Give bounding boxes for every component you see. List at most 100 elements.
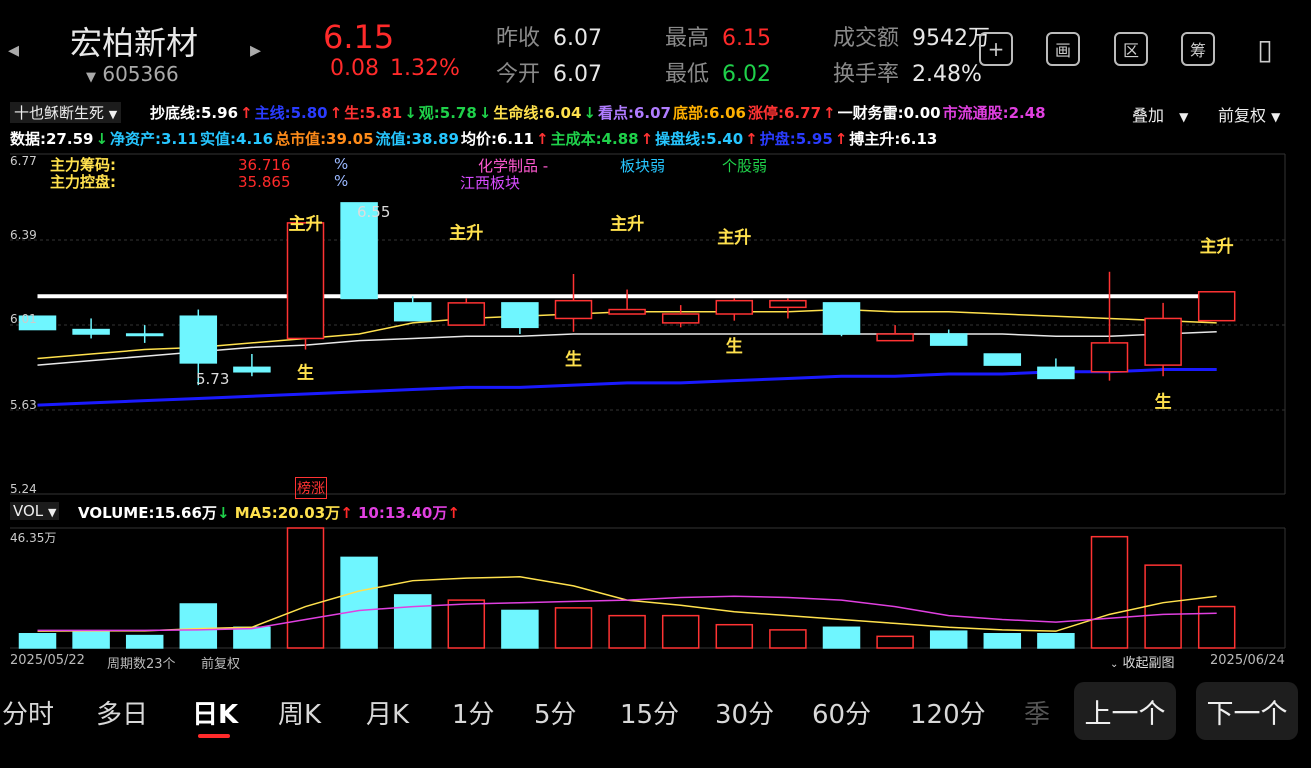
volume-bar bbox=[393, 594, 432, 649]
collapse-subchart[interactable]: ⌄ 收起副图 bbox=[1110, 652, 1175, 671]
sector-weak-label: 板块弱 bbox=[620, 157, 666, 175]
period-high-label: 6.55 bbox=[357, 203, 391, 221]
y-tick-label: 6.39 bbox=[10, 228, 37, 242]
tab-60分[interactable]: 60分 bbox=[812, 694, 871, 731]
volume-bar bbox=[447, 599, 486, 649]
candle-body bbox=[661, 313, 700, 324]
volume-bar bbox=[554, 607, 593, 649]
region-label: 江西板块 bbox=[460, 174, 521, 192]
candle-body bbox=[447, 302, 486, 326]
volume-bar bbox=[715, 623, 754, 649]
chevron-down-icon: ⌄ bbox=[1110, 659, 1119, 670]
signal-marker: 主升 bbox=[610, 214, 644, 235]
candle-body bbox=[286, 222, 325, 340]
candle-body bbox=[501, 302, 539, 329]
volume-bar bbox=[72, 630, 110, 649]
volume-bar bbox=[822, 626, 861, 649]
tab-周K[interactable]: 周K bbox=[278, 694, 321, 731]
candle-body bbox=[1090, 342, 1129, 373]
signal-marker: 生 bbox=[726, 336, 743, 357]
volume-bar bbox=[340, 556, 378, 649]
volume-bar bbox=[661, 614, 700, 649]
candle-body bbox=[1144, 317, 1182, 366]
y-tick-label: 6.77 bbox=[10, 154, 37, 168]
collapse-label: 收起副图 bbox=[1122, 656, 1175, 671]
chips-pct: % bbox=[334, 155, 349, 173]
signal-marker: 主升 bbox=[717, 227, 751, 248]
signal-marker: 主升 bbox=[289, 214, 323, 235]
volume-bar bbox=[501, 609, 539, 649]
vol-values: VOLUME:15.66万↓ MA5:20.03万↑ 10:13.40万↑ bbox=[78, 502, 460, 523]
candle-body bbox=[715, 299, 754, 315]
chevron-down-icon: ▼ bbox=[47, 506, 57, 519]
tab-分时[interactable]: 分时 bbox=[2, 694, 54, 731]
tab-多日[interactable]: 多日 bbox=[96, 694, 148, 731]
candle-body bbox=[876, 333, 914, 342]
volume-bar bbox=[1037, 633, 1075, 649]
candle-body bbox=[554, 299, 593, 320]
signal-marker: 主升 bbox=[449, 222, 483, 243]
active-tab-indicator bbox=[198, 734, 230, 738]
volume-value: 15.66万 bbox=[154, 504, 217, 522]
volume-bar bbox=[608, 614, 646, 649]
volume-bar bbox=[876, 635, 914, 649]
prev-stock-button[interactable]: 上一个 bbox=[1074, 682, 1176, 740]
next-stock-button[interactable]: 下一个 bbox=[1196, 682, 1298, 740]
candle-body bbox=[929, 333, 968, 346]
signal-marker: 主升 bbox=[1200, 236, 1234, 257]
volume-bar bbox=[286, 527, 325, 649]
tab-日K[interactable]: 日K bbox=[192, 694, 238, 738]
limit-up-tag: 榜涨 bbox=[295, 477, 327, 499]
candle-body bbox=[72, 328, 110, 335]
tab-120分[interactable]: 120分 bbox=[910, 694, 986, 731]
volume-bar bbox=[1144, 564, 1182, 649]
candle-body bbox=[125, 333, 164, 337]
ma5-label: MA5: bbox=[234, 504, 278, 522]
candle-body bbox=[1197, 291, 1236, 322]
vol-selector[interactable]: VOL ▼ bbox=[10, 502, 60, 520]
tab-30分[interactable]: 30分 bbox=[715, 694, 774, 731]
volume-bar bbox=[929, 630, 968, 649]
tab-1分[interactable]: 1分 bbox=[452, 694, 495, 731]
volume-bar bbox=[983, 633, 1022, 649]
arrow-up-icon: ↑ bbox=[340, 504, 353, 522]
volume-bar bbox=[1197, 605, 1236, 649]
vol-label: VOL bbox=[13, 502, 44, 520]
ma10-value: 13.40万 bbox=[384, 504, 448, 522]
volume-bar bbox=[1090, 535, 1129, 649]
signal-marker: 生 bbox=[297, 362, 314, 383]
ma5-value: 20.03万 bbox=[277, 504, 341, 522]
tab-15分[interactable]: 15分 bbox=[620, 694, 679, 731]
vol-max-label: 46.35万 bbox=[10, 531, 57, 545]
arrow-up-icon: ↑ bbox=[447, 504, 460, 522]
control-label: 主力控盘: bbox=[50, 173, 116, 191]
signal-marker: 生 bbox=[565, 349, 582, 370]
candle-body bbox=[822, 302, 861, 335]
tab-月K[interactable]: 月K bbox=[366, 694, 409, 731]
control-value: 35.865 bbox=[238, 173, 291, 191]
tab-季[interactable]: 季 bbox=[1024, 694, 1050, 731]
arrow-down-icon: ↓ bbox=[216, 504, 230, 522]
ma10-label: 10: bbox=[358, 504, 385, 522]
volume-bar bbox=[769, 629, 807, 649]
start-date: 2025/05/22 bbox=[10, 653, 85, 668]
y-tick-label: 5.63 bbox=[10, 398, 37, 412]
tab-5分[interactable]: 5分 bbox=[534, 694, 577, 731]
footer-adjust: 前复权 bbox=[201, 657, 241, 672]
candle-body bbox=[179, 315, 218, 364]
y-tick-label: 6.01 bbox=[10, 312, 37, 326]
candle-body bbox=[769, 299, 807, 309]
end-date: 2025/06/24 bbox=[1210, 653, 1285, 668]
candle-body bbox=[1037, 366, 1075, 380]
candle-body bbox=[233, 366, 271, 373]
volume-bar bbox=[233, 626, 271, 649]
volume-label: VOLUME: bbox=[78, 504, 155, 522]
stock-kline-screen: ◂ 宏柏新材 ▼ 605366 ▸ 6.15 0.08 1.32% 昨收 6.0… bbox=[0, 0, 1311, 768]
stock-weak-label: 个股弱 bbox=[722, 157, 768, 175]
period-low-label: 5.73 bbox=[196, 370, 230, 388]
y-tick-label: 5.24 bbox=[10, 482, 37, 496]
candle-body bbox=[608, 308, 646, 315]
candle-body bbox=[393, 302, 432, 322]
control-pct: % bbox=[334, 172, 349, 190]
volume-bar bbox=[18, 633, 57, 649]
